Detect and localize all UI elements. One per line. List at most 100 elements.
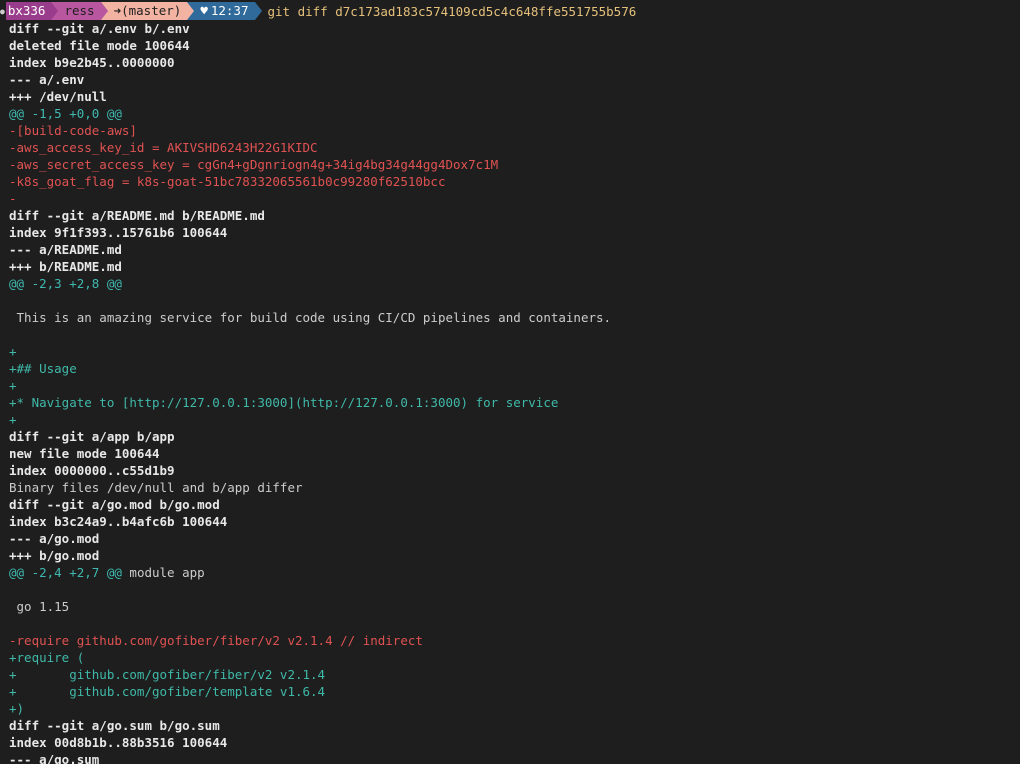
diff-line-add: + github.com/gofiber/template v1.6.4 [9, 683, 1020, 700]
diff-line-text: + [9, 344, 17, 359]
diff-line-ctx [9, 615, 1020, 632]
diff-line-meta: +++ b/README.md [9, 258, 1020, 275]
diff-line-text: +## Usage [9, 361, 77, 376]
diff-line-meta: --- a/.env [9, 71, 1020, 88]
diff-line-meta: index b3c24a9..b4afc6b 100644 [9, 513, 1020, 530]
shell-prompt: ● bx336 ress ➜(master) ♥ 12:37 git diff d… [0, 2, 636, 20]
diff-line-text: + [9, 412, 17, 427]
diff-line-meta: new file mode 100644 [9, 445, 1020, 462]
diff-line-del: -require github.com/gofiber/fiber/v2 v2.… [9, 632, 1020, 649]
diff-line-text: -require github.com/gofiber/fiber/v2 v2.… [9, 633, 423, 648]
diff-line-meta: diff --git a/go.sum b/go.sum [9, 717, 1020, 734]
diff-line-text: deleted file mode 100644 [9, 38, 190, 53]
diff-line-text: index b9e2b45..0000000 [9, 55, 175, 70]
diff-line-hunk: @@ -2,4 +2,7 @@ module app [9, 564, 1020, 581]
diff-line-add: + [9, 377, 1020, 394]
diff-line-meta: +++ b/go.mod [9, 547, 1020, 564]
diff-line-text: + github.com/gofiber/template v1.6.4 [9, 684, 326, 699]
diff-line-meta: index 0000000..c55d1b9 [9, 462, 1020, 479]
diff-line-del: -[build-code-aws] [9, 122, 1020, 139]
diff-line-text: index 0000000..c55d1b9 [9, 463, 175, 478]
prompt-directory-segment: ress [58, 2, 101, 20]
diff-line-meta: diff --git a/app b/app [9, 428, 1020, 445]
diff-line-del: -aws_access_key_id = AKIVSHD6243H22G1KID… [9, 139, 1020, 156]
diff-output: diff --git a/.env b/.env deleted file mod… [9, 20, 1020, 764]
diff-line-meta: diff --git a/.env b/.env [9, 20, 1020, 37]
terminal-window[interactable]: ● bx336 ress ➜(master) ♥ 12:37 git diff d… [0, 0, 1020, 764]
diff-line-text: This is an amazing service for build cod… [9, 310, 612, 325]
diff-line-text: +++ /dev/null [9, 89, 107, 104]
powerline-arrow-icon [254, 2, 262, 20]
diff-line-text: -aws_access_key_id = AKIVSHD6243H22G1KID… [9, 140, 318, 155]
heart-icon: ♥ [200, 3, 208, 18]
diff-line-ctx [9, 326, 1020, 343]
diff-line-text: + github.com/gofiber/fiber/v2 v2.1.4 [9, 667, 326, 682]
git-branch-arrow-icon: ➜ [113, 3, 122, 18]
diff-line-ctx: Binary files /dev/null and b/app differ [9, 479, 1020, 496]
diff-line-add: +* Navigate to [http://127.0.0.1:3000](h… [9, 394, 1020, 411]
powerline-arrow-icon [187, 2, 195, 20]
diff-line-text: --- a/go.sum [9, 752, 100, 764]
diff-line-ctx [9, 581, 1020, 598]
diff-line-meta: --- a/go.mod [9, 530, 1020, 547]
prompt-time: 12:37 [210, 3, 249, 18]
diff-line-del: -aws_secret_access_key = cgGn4+gDgnriogn… [9, 156, 1020, 173]
diff-line-meta: deleted file mode 100644 [9, 37, 1020, 54]
diff-line-text: -aws_secret_access_key = cgGn4+gDgnriogn… [9, 157, 499, 172]
diff-line-text: index 00d8b1b..88b3516 100644 [9, 735, 228, 750]
powerline-arrow-icon [100, 2, 108, 20]
diff-line-del: -k8s_goat_flag = k8s-goat-51bc7833206556… [9, 173, 1020, 190]
diff-line-text: +++ b/README.md [9, 259, 122, 274]
prompt-command[interactable]: git diff d7c173ad183c574109cd5c4c648ffe5… [262, 4, 637, 19]
diff-line-ctx [9, 292, 1020, 309]
diff-line-text: @@ -1,5 +0,0 @@ [9, 106, 122, 121]
diff-line-meta: --- a/README.md [9, 241, 1020, 258]
diff-line-meta: index 00d8b1b..88b3516 100644 [9, 734, 1020, 751]
diff-line-add: + github.com/gofiber/fiber/v2 v2.1.4 [9, 666, 1020, 683]
diff-line-add: +## Usage [9, 360, 1020, 377]
diff-line-ctx: go 1.15 [9, 598, 1020, 615]
diff-line-text: new file mode 100644 [9, 446, 160, 461]
powerline-arrow-icon [51, 2, 59, 20]
diff-line-text: -[build-code-aws] [9, 123, 137, 138]
diff-line-meta: index 9f1f393..15761b6 100644 [9, 224, 1020, 241]
diff-line-text: +) [9, 701, 25, 716]
prompt-git-segment: ➜(master) [107, 2, 188, 20]
diff-line-add: +require ( [9, 649, 1020, 666]
diff-line-meta: index b9e2b45..0000000 [9, 54, 1020, 71]
diff-line-text: diff --git a/.env b/.env [9, 21, 190, 36]
diff-line-add: + [9, 411, 1020, 428]
diff-line-text: + [9, 378, 17, 393]
diff-line-text: --- a/.env [9, 72, 85, 87]
diff-line-text: go 1.15 [9, 599, 70, 614]
diff-line-text: diff --git a/go.sum b/go.sum [9, 718, 220, 733]
diff-line-text: @@ -2,3 +2,8 @@ [9, 276, 122, 291]
diff-line-text: diff --git a/app b/app [9, 429, 175, 444]
diff-line-ctx: This is an amazing service for build cod… [9, 309, 1020, 326]
diff-line-meta: --- a/go.sum [9, 751, 1020, 764]
diff-line-text: @@ -2,4 +2,7 @@ [9, 565, 122, 580]
diff-line-text: +* Navigate to [http://127.0.0.1:3000](h… [9, 395, 559, 410]
diff-line-text: index b3c24a9..b4afc6b 100644 [9, 514, 228, 529]
diff-line-text: - [9, 191, 17, 206]
diff-line-meta: diff --git a/go.mod b/go.mod [9, 496, 1020, 513]
diff-line-text: +++ b/go.mod [9, 548, 100, 563]
hunk-context-label: module app [121, 565, 205, 580]
diff-line-del: - [9, 190, 1020, 207]
diff-line-text: Binary files /dev/null and b/app differ [9, 480, 303, 495]
diff-line-meta: diff --git a/README.md b/README.md [9, 207, 1020, 224]
diff-line-text: diff --git a/README.md b/README.md [9, 208, 265, 223]
diff-line-hunk: @@ -2,3 +2,8 @@ [9, 275, 1020, 292]
diff-line-add: +) [9, 700, 1020, 717]
prompt-time-segment: ♥ 12:37 [194, 2, 255, 20]
diff-line-text: --- a/README.md [9, 242, 122, 257]
diff-line-hunk: @@ -1,5 +0,0 @@ [9, 105, 1020, 122]
diff-line-add: + [9, 343, 1020, 360]
prompt-user-segment: bx336 [5, 2, 52, 20]
diff-line-text: --- a/go.mod [9, 531, 100, 546]
diff-line-text: +require ( [9, 650, 85, 665]
diff-line-text: -k8s_goat_flag = k8s-goat-51bc7833206556… [9, 174, 446, 189]
diff-line-text: index 9f1f393..15761b6 100644 [9, 225, 228, 240]
diff-line-text: diff --git a/go.mod b/go.mod [9, 497, 220, 512]
diff-line-meta: +++ /dev/null [9, 88, 1020, 105]
